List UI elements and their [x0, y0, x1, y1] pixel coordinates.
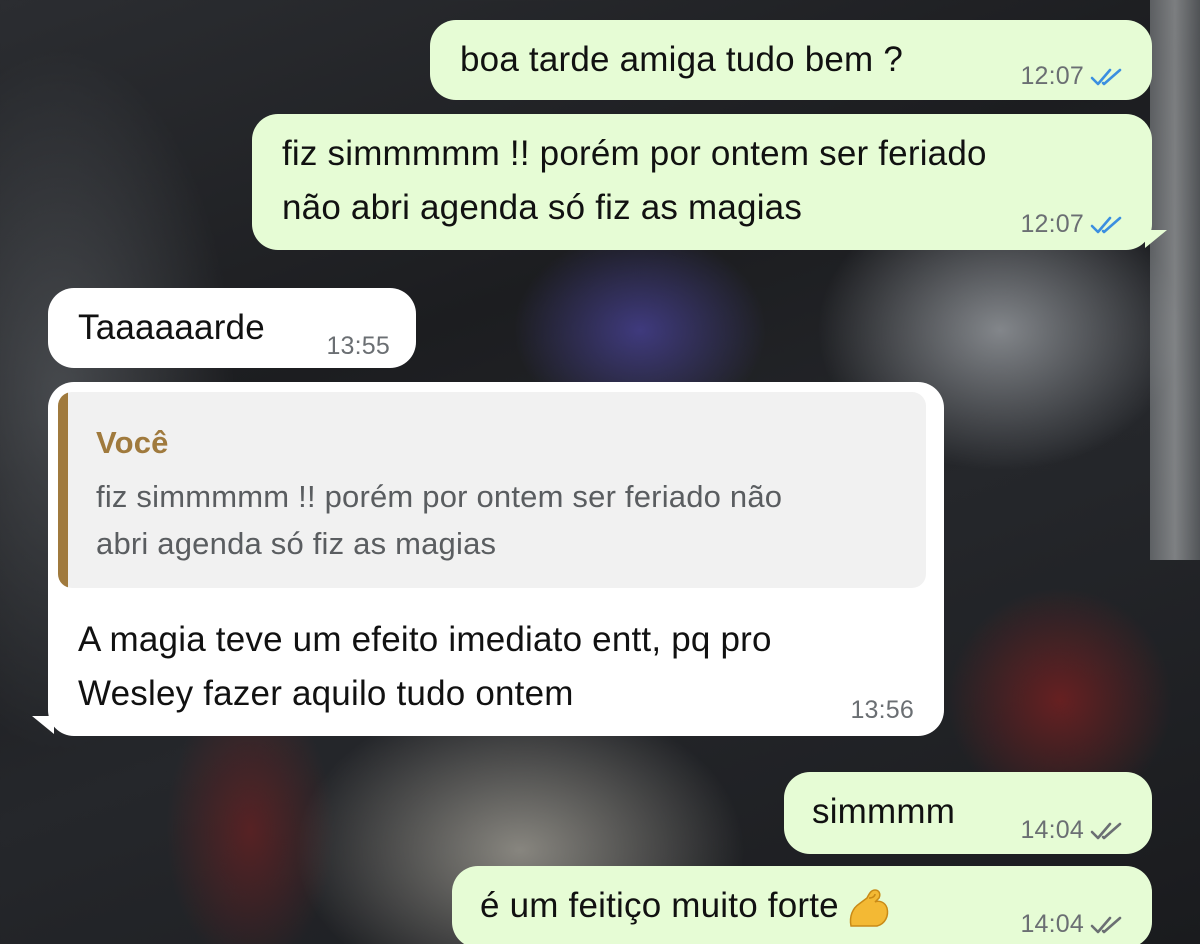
quoted-message[interactable]: Você fiz simmmmm !! porém por ontem ser … [58, 392, 926, 588]
quote-accent-bar [58, 392, 68, 588]
message-bubble-outgoing[interactable]: fiz simmmmm !! porém por ontem ser feria… [252, 114, 1152, 250]
double-check-read-icon [1090, 68, 1122, 86]
message-time: 12:07 [1020, 210, 1084, 238]
message-meta: 13:55 [326, 328, 390, 366]
bubble-tail [1145, 230, 1167, 248]
quote-text-line-2: abri agenda só fiz as magias [96, 525, 497, 561]
message-text: boa tarde amiga tudo bem ? [460, 40, 903, 79]
quote-text: fiz simmmmm !! porém por ontem ser feria… [96, 474, 916, 567]
message-bubble-outgoing[interactable]: boa tarde amiga tudo bem ? 12:07 [430, 20, 1152, 100]
message-meta: 12:07 [1020, 206, 1124, 244]
message-bubble-incoming-reply[interactable]: Você fiz simmmmm !! porém por ontem ser … [48, 382, 944, 736]
message-bubble-outgoing[interactable]: é um feitiço muito forte 14:04 [452, 866, 1152, 944]
message-time: 14:04 [1020, 816, 1084, 844]
double-check-delivered-icon [1090, 916, 1122, 934]
message-text-line-1: A magia teve um efeito imediato entt, pq… [78, 620, 772, 659]
message-text: Taaaaaarde [78, 308, 265, 347]
message-bubble-outgoing[interactable]: simmmm 14:04 [784, 772, 1152, 854]
message-text: simmmm [812, 792, 956, 831]
message-text-container: é um feitiço muito forte [480, 880, 893, 933]
message-text-line-2: Wesley fazer aquilo tudo ontem [78, 674, 574, 713]
flexed-biceps-icon [849, 888, 889, 927]
message-bubble-incoming[interactable]: Taaaaaarde 13:55 [48, 288, 416, 368]
message-text-line-1: fiz simmmmm !! porém por ontem ser feria… [282, 134, 987, 173]
double-check-delivered-icon [1090, 822, 1122, 840]
message-time: 14:04 [1020, 910, 1084, 938]
message-text-line-2: não abri agenda só fiz as magias [282, 188, 803, 227]
double-check-read-icon [1090, 216, 1122, 234]
message-meta: 14:04 [1020, 812, 1124, 850]
message-meta: 12:07 [1020, 58, 1124, 96]
message-text: é um feitiço muito forte [480, 886, 839, 925]
background-pole [1150, 0, 1200, 560]
quote-author: Você [96, 425, 169, 460]
message-meta: 13:56 [850, 692, 914, 730]
message-meta: 14:04 [1020, 906, 1124, 944]
message-time: 13:55 [326, 332, 390, 360]
quote-text-line-1: fiz simmmmm !! porém por ontem ser feria… [96, 479, 783, 514]
bubble-tail [32, 716, 54, 734]
message-time: 13:56 [850, 696, 914, 724]
message-time: 12:07 [1020, 62, 1084, 90]
